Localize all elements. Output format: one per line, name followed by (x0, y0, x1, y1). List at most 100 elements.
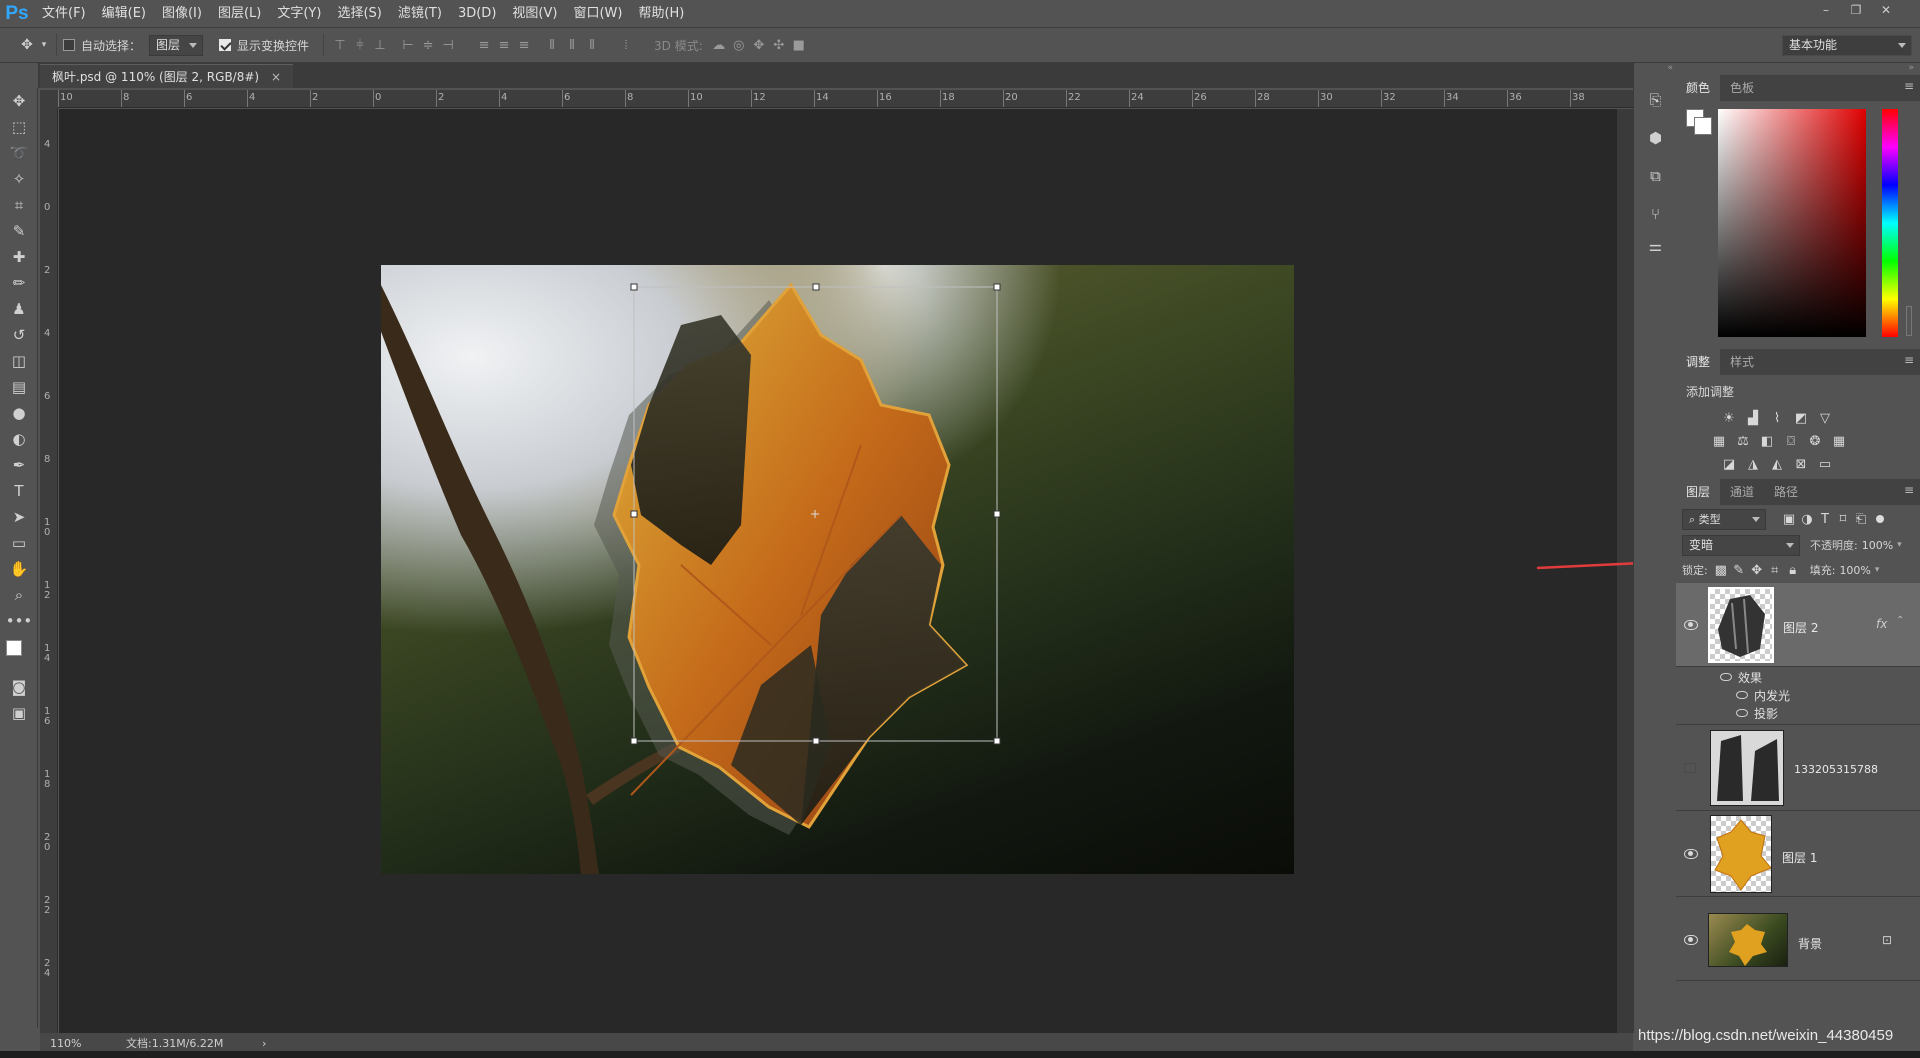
color-balance-icon[interactable]: ⚖ (1734, 432, 1752, 450)
color-field[interactable] (1718, 109, 1866, 337)
menu-item[interactable]: 窗口(W) (565, 0, 630, 27)
auto-select-checkbox[interactable] (63, 39, 75, 51)
blur-tool-icon[interactable]: ● (0, 400, 38, 426)
selective-color-icon[interactable]: ⊠ (1792, 455, 1810, 473)
3d-pan-icon[interactable]: ✥ (749, 35, 769, 55)
type-tool-icon[interactable]: T (0, 478, 38, 504)
panel-menu-icon[interactable]: ≡ (1904, 79, 1914, 93)
dodge-tool-icon[interactable]: ◐ (0, 426, 38, 452)
document-tab[interactable]: 枫叶.psd @ 110% (图层 2, RGB/8#) × (40, 64, 293, 88)
tab-color[interactable]: 颜色 (1676, 75, 1721, 101)
eye-icon[interactable] (1684, 620, 1698, 630)
lasso-tool-icon[interactable]: ➰ (0, 140, 38, 166)
gradient-map-icon[interactable]: ▭ (1816, 455, 1834, 473)
fx-badge[interactable]: fx (1876, 617, 1887, 631)
layer-name[interactable]: 背景 (1798, 935, 1822, 952)
layer-name[interactable]: 图层 1 (1782, 849, 1817, 866)
color-swatches[interactable] (0, 634, 38, 674)
filter-shape-icon[interactable]: ⌑ (1834, 510, 1852, 528)
eye-icon[interactable] (1684, 849, 1698, 859)
menu-item[interactable]: 文件(F) (34, 0, 94, 27)
tab-styles[interactable]: 样式 (1720, 349, 1764, 375)
distribute-vcenter-icon[interactable]: ≡ (494, 35, 514, 55)
layer-row[interactable]: 133205315788 (1676, 725, 1920, 811)
align-right-icon[interactable]: ⊣ (438, 35, 458, 55)
eye-icon[interactable] (1684, 935, 1698, 945)
tab-layers[interactable]: 图层 (1676, 479, 1721, 505)
menu-item[interactable]: 帮助(H) (630, 0, 692, 27)
effect-drop-shadow[interactable]: 投影 (1754, 705, 1778, 722)
foreground-color-swatch[interactable] (6, 640, 22, 656)
tab-adjustments[interactable]: 调整 (1676, 349, 1721, 375)
curves-icon[interactable]: ⌇ (1768, 409, 1786, 427)
adjust-panel-icon[interactable]: ⚌ (1641, 231, 1671, 261)
background-color-swatch[interactable] (1694, 117, 1712, 135)
gradient-tool-icon[interactable]: ▤ (0, 374, 38, 400)
tab-channels[interactable]: 通道 (1720, 479, 1764, 505)
layer-row[interactable]: 背景 ⊡ (1676, 897, 1920, 981)
hue-slider[interactable] (1882, 109, 1898, 337)
chevron-down-icon[interactable]: ▾ (1897, 540, 1902, 550)
filter-pixel-icon[interactable]: ▣ (1780, 510, 1798, 528)
panel-menu-icon[interactable]: ≡ (1904, 353, 1914, 367)
layer-name[interactable]: 图层 2 (1783, 619, 1818, 636)
menu-item[interactable]: 文字(Y) (269, 0, 329, 27)
hidden-visibility-box[interactable] (1684, 763, 1696, 773)
color-lookup-icon[interactable]: ▦ (1830, 432, 1848, 450)
3d-slide-icon[interactable]: ✣ (769, 35, 789, 55)
eyedropper-icon[interactable]: ✎ (0, 218, 38, 244)
align-bottom-icon[interactable]: ⊥ (370, 35, 390, 55)
distribute-right-icon[interactable]: ⫴ (582, 35, 602, 55)
filter-toggle[interactable] (1876, 515, 1884, 523)
menu-item[interactable]: 滤镜(T) (390, 0, 450, 27)
lock-artboard-icon[interactable]: ⌗ (1766, 561, 1784, 579)
auto-align-icon[interactable]: ⦙ (616, 35, 636, 55)
eraser-tool-icon[interactable]: ◫ (0, 348, 38, 374)
levels-icon[interactable]: ▟ (1744, 409, 1762, 427)
history-brush-icon[interactable]: ↺ (0, 322, 38, 348)
collapse-icon[interactable]: » (1676, 63, 1920, 75)
close-window-button[interactable]: ✕ (1873, 0, 1899, 20)
brush-tool-icon[interactable]: ✏ (0, 270, 38, 296)
auto-select-dropdown[interactable]: 图层 (149, 34, 204, 56)
align-vcenter-icon[interactable]: ⫩ (350, 35, 370, 55)
channel-mixer-icon[interactable]: ❂ (1806, 432, 1824, 450)
photo-filter-icon[interactable]: ⌼ (1782, 432, 1800, 450)
fill-value[interactable]: 100% (1839, 564, 1870, 577)
threshold-icon[interactable]: ◭ (1768, 455, 1786, 473)
collapse-effects-icon[interactable]: ⌃ (1896, 615, 1904, 626)
vertical-ruler[interactable]: 4 0 2 4 6 8 1 0 1 2 1 4 1 6 1 8 2 0 2 2 2 4 (40, 108, 58, 1033)
filter-smart-icon[interactable]: ⎗ (1852, 510, 1870, 528)
3d-roll-icon[interactable]: ◎ (729, 35, 749, 55)
lock-all-icon[interactable]: 🔒︎ (1784, 561, 1802, 579)
eye-icon[interactable] (1720, 673, 1732, 681)
opacity-value[interactable]: 100% (1862, 539, 1893, 552)
restore-button[interactable]: ❐ (1843, 0, 1869, 20)
crop-tool-icon[interactable]: ⌗ (0, 192, 38, 218)
tab-paths[interactable]: 路径 (1764, 479, 1808, 505)
layer-row[interactable]: 图层 1 (1676, 811, 1920, 897)
menu-item[interactable]: 选择(S) (329, 0, 389, 27)
menu-item[interactable]: 视图(V) (504, 0, 565, 27)
history-panel-icon[interactable]: ⎘ (1641, 85, 1671, 115)
close-document-icon[interactable]: × (271, 70, 281, 84)
posterize-icon[interactable]: ◮ (1744, 455, 1762, 473)
screen-mode-icon[interactable]: ▣ (0, 700, 38, 726)
menu-item[interactable]: 3D(D) (450, 0, 504, 27)
layer-row[interactable]: 图层 2 fx ⌃ (1676, 583, 1920, 667)
distribute-left-icon[interactable]: ⫴ (542, 35, 562, 55)
align-left-icon[interactable]: ⊢ (398, 35, 418, 55)
minimize-button[interactable]: – (1813, 0, 1839, 20)
layer-name[interactable]: 133205315788 (1794, 763, 1878, 776)
vibrance-icon[interactable]: ▽ (1816, 409, 1834, 427)
distribute-top-icon[interactable]: ≡ (474, 35, 494, 55)
show-transform-checkbox[interactable] (219, 39, 232, 51)
properties-panel-icon[interactable]: ⧉ (1641, 161, 1671, 191)
move-tool-icon[interactable]: ✥ (0, 88, 38, 114)
exposure-icon[interactable]: ◩ (1792, 409, 1810, 427)
menu-item[interactable]: 编辑(E) (94, 0, 154, 27)
panel-menu-icon[interactable]: ≡ (1904, 483, 1914, 497)
hand-tool-icon[interactable]: ✋ (0, 556, 38, 582)
blend-mode-dropdown[interactable]: 变暗 (1682, 534, 1800, 556)
workspace-dropdown[interactable]: 基本功能 (1782, 35, 1912, 56)
